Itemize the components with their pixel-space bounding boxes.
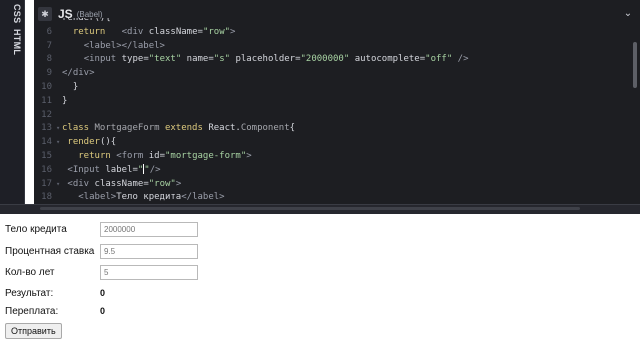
code-line[interactable]: 13 ▾ class MortgageForm extends React.Comp… [34, 122, 634, 135]
js-editor-panel: ✱ JS (Babel) ⌄ render(){6 return <div cl… [34, 0, 640, 212]
line-number: 18 [41, 192, 52, 203]
code-line[interactable]: 15 return <form id="mortgage-form"> [34, 150, 634, 163]
fold-icon[interactable]: ▾ [56, 178, 60, 191]
code-text: } [72, 82, 79, 92]
result-row: Результат: 0 [5, 284, 105, 302]
code-text: </div> [62, 68, 95, 79]
result-value: 0 [100, 288, 106, 298]
form-row: Кол-во лет [5, 263, 198, 281]
code-text: return <form id="mortgage-form"> [78, 151, 252, 161]
code-text: <label>Тело кредита</label> [78, 192, 225, 203]
interest-rate-input[interactable] [100, 243, 198, 259]
code-line[interactable]: render(){ [34, 18, 634, 25]
field-label-years: Кол-во лет [5, 266, 55, 278]
line-number: 7 [46, 40, 52, 51]
tab-css[interactable]: CSS [2, 4, 22, 23]
overpayment-value: 0 [100, 306, 106, 316]
field-label-loan-body: Тело кредита [5, 223, 67, 235]
tab-html[interactable]: HTML [2, 29, 22, 55]
code-text: return <div className="row"> [72, 26, 236, 37]
form-row: Процентная ставка [5, 242, 198, 260]
code-text: <Input label=""/> [67, 164, 161, 175]
line-number: 14 [41, 137, 52, 148]
line-number: 12 [41, 109, 52, 120]
fold-icon[interactable]: ▾ [56, 122, 60, 135]
code-line[interactable]: 17 ▾ <div className="row"> [34, 178, 634, 191]
field-label-interest-rate: Процентная ставка [5, 245, 95, 257]
code-text: <input type="text" name="s" placeholder=… [83, 54, 469, 65]
code-line[interactable]: 18 <label>Тело кредита</label> [34, 191, 634, 204]
code-line[interactable]: 14 ▾ render(){ [34, 136, 634, 149]
line-number: 11 [41, 95, 52, 106]
line-number: 8 [46, 54, 52, 65]
line-number: 16 [41, 164, 52, 175]
code-text: render(){ [67, 137, 117, 148]
editor-vertical-scrollbar[interactable] [633, 42, 637, 88]
line-number: 17 [41, 178, 52, 189]
code-line[interactable]: 7 <label></label> [34, 40, 634, 53]
code-line[interactable]: 16 <Input label=""/> [34, 164, 634, 177]
side-tabs: CSS HTML [2, 4, 22, 56]
submit-button[interactable]: Отправить [5, 323, 62, 339]
line-number: 9 [46, 68, 52, 79]
code-line[interactable]: 8 <input type="text" name="s" placeholde… [34, 53, 634, 66]
code-line[interactable]: 12 [34, 109, 634, 122]
mortgage-form: Тело кредита Процентная ставка Кол-во ле… [0, 214, 640, 360]
fold-icon[interactable]: ▾ [56, 136, 60, 149]
code-line[interactable]: 9 </div> [34, 67, 634, 80]
overpayment-label: Переплата: [5, 305, 59, 317]
code-line[interactable]: 11} [34, 95, 634, 108]
code-text: } [62, 95, 68, 106]
code-area[interactable]: render(){6 return <div className="row"> 7… [34, 18, 640, 208]
line-number: 10 [41, 82, 52, 92]
code-text: render(){ [62, 18, 111, 23]
line-number: 13 [41, 123, 52, 134]
years-input[interactable] [100, 264, 198, 280]
overpayment-row: Переплата: 0 [5, 302, 105, 320]
result-label: Результат: [5, 287, 54, 299]
code-line[interactable]: 6 return <div className="row"> [34, 26, 634, 39]
line-number: 6 [46, 26, 52, 37]
side-tab-strip: CSS HTML [0, 0, 25, 212]
line-number: 15 [41, 151, 52, 161]
code-text: <div className="row"> [67, 178, 182, 189]
loan-body-input[interactable] [100, 221, 198, 237]
editor-horizontal-scrollbar[interactable] [40, 207, 580, 210]
code-text: class MortgageForm extends React.Compone… [62, 123, 296, 134]
code-text: <label></label> [83, 40, 165, 51]
code-line[interactable]: 10 } [34, 81, 634, 94]
form-row: Тело кредита [5, 220, 198, 238]
